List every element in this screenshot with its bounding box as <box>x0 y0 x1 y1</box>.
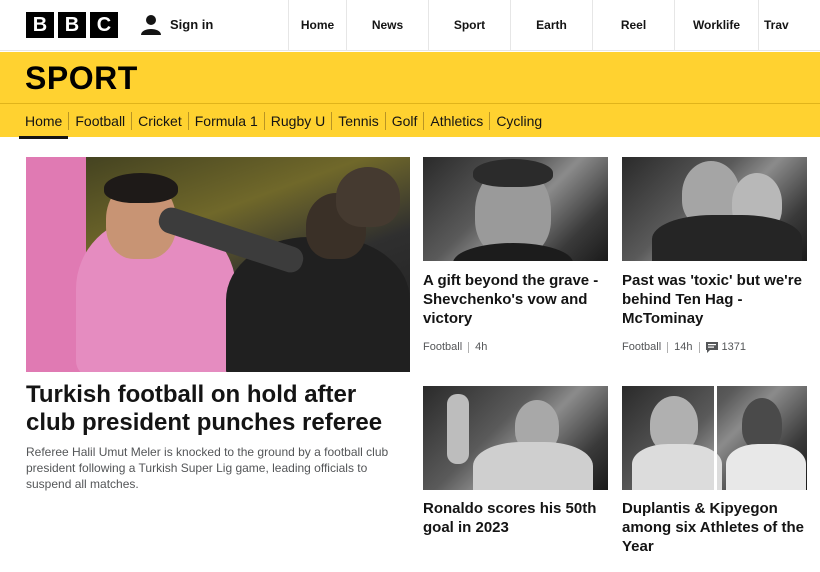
story-meta-mctominay: Football 14h 1371 <box>622 341 746 353</box>
main-story-summary: Referee Halil Umut Meler is knocked to t… <box>26 445 389 491</box>
nav-news[interactable]: News <box>347 0 429 50</box>
story-image-shevchenko[interactable] <box>423 157 608 261</box>
bbc-logo[interactable]: B B C <box>26 12 118 38</box>
meta-divider <box>698 341 700 353</box>
tab-formula-1[interactable]: Formula 1 <box>189 111 265 130</box>
comment-count[interactable]: 1371 <box>722 341 746 353</box>
story-image-mctominay[interactable] <box>622 157 807 261</box>
story-headline-duplantis-kipyegon[interactable]: Duplantis & Kipyegon among six Athletes … <box>622 499 812 556</box>
banner-divider <box>0 103 820 104</box>
comment-icon <box>705 341 718 353</box>
tab-cricket[interactable]: Cricket <box>132 111 189 130</box>
bbc-logo-letter: B <box>26 12 54 38</box>
tab-tennis[interactable]: Tennis <box>332 111 386 130</box>
user-icon <box>141 15 161 35</box>
sign-in-link[interactable]: Sign in <box>140 13 213 35</box>
nav-earth[interactable]: Earth <box>511 0 593 50</box>
story-time: 4h <box>475 341 488 353</box>
sport-banner: SPORT Home Football Cricket Formula 1 Ru… <box>0 52 820 139</box>
nav-home[interactable]: Home <box>289 0 347 50</box>
story-headline-mctominay[interactable]: Past was 'toxic' but we're behind Ten Ha… <box>622 271 812 328</box>
main-story-headline[interactable]: Turkish football on hold after club pres… <box>26 381 406 437</box>
tab-golf[interactable]: Golf <box>386 111 425 130</box>
bbc-logo-letter: C <box>90 12 118 38</box>
meta-divider <box>667 341 669 353</box>
story-headline-shevchenko[interactable]: A gift beyond the grave - Shevchenko's v… <box>423 271 613 328</box>
bbc-logo-letter: B <box>58 12 86 38</box>
global-nav: Home News Sport Earth Reel Worklife Trav… <box>288 0 789 50</box>
story-time: 14h <box>674 341 693 353</box>
story-image-ronaldo[interactable] <box>423 386 608 490</box>
sign-in-label: Sign in <box>170 16 214 32</box>
meta-divider <box>468 341 470 353</box>
story-section[interactable]: Football <box>622 341 661 353</box>
nav-sport[interactable]: Sport <box>429 0 511 50</box>
story-headline-ronaldo[interactable]: Ronaldo scores his 50th goal in 2023 <box>423 499 613 537</box>
main-story-image[interactable] <box>26 157 410 372</box>
story-image-duplantis-kipyegon[interactable] <box>622 386 807 490</box>
story-meta-shevchenko: Football 4h <box>423 341 487 353</box>
story-section[interactable]: Football <box>423 341 462 353</box>
sport-nav: Home Football Cricket Formula 1 Rugby U … <box>19 105 548 139</box>
nav-worklife[interactable]: Worklife <box>675 0 759 50</box>
tab-rugby-u[interactable]: Rugby U <box>265 111 333 130</box>
nav-reel[interactable]: Reel <box>593 0 675 50</box>
tab-home[interactable]: Home <box>19 111 70 139</box>
sport-title[interactable]: SPORT <box>25 60 138 97</box>
global-header: B B C Sign in Home News Sport Earth Reel… <box>0 0 820 51</box>
nav-travel[interactable]: Travel <box>759 0 789 50</box>
tab-football[interactable]: Football <box>69 111 133 130</box>
tab-cycling[interactable]: Cycling <box>490 112 548 130</box>
tab-athletics[interactable]: Athletics <box>424 111 491 130</box>
